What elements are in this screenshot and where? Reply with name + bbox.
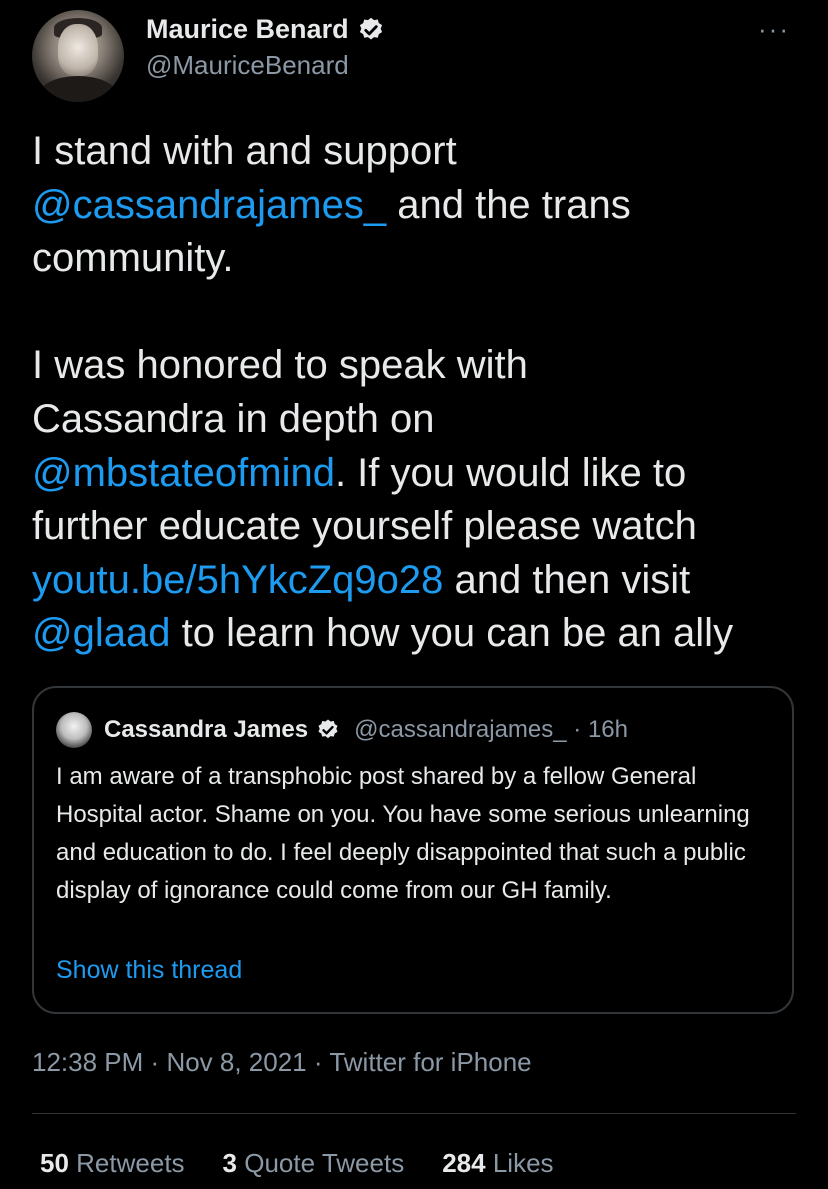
tweet-link[interactable]: @cassandrajames_ xyxy=(32,183,386,227)
verified-badge-icon xyxy=(359,17,382,39)
tweet-body: I stand with and support @cassandrajames… xyxy=(32,125,798,661)
more-options-icon[interactable]: ··· xyxy=(758,14,790,45)
tweet-date[interactable]: Nov 8, 2021 xyxy=(166,1047,306,1077)
tweet-text-segment: and then visit xyxy=(454,557,691,602)
quoted-tweet-header: Cassandra James @cassandrajames_ · 16h xyxy=(56,712,628,748)
tweet-link[interactable]: @mbstateofmind xyxy=(32,451,335,495)
tweet-link[interactable]: youtu.be/5hYkcZq9o28 xyxy=(32,558,443,602)
author-display-name[interactable]: Maurice Benard xyxy=(146,14,349,45)
divider xyxy=(32,1113,796,1114)
timestamp-separator: · xyxy=(313,1047,323,1077)
quote-tweets-stat[interactable]: 3 Quote Tweets xyxy=(223,1148,405,1179)
timestamp-separator: · xyxy=(150,1047,160,1077)
tweet-text-segment: to learn how you can be an ally xyxy=(170,611,734,656)
tweet-time[interactable]: 12:38 PM xyxy=(32,1047,143,1077)
tweet-header: Maurice Benard @MauriceBenard ··· xyxy=(32,10,798,102)
show-thread-link[interactable]: Show this thread xyxy=(56,956,242,985)
quoted-separator: · xyxy=(573,716,582,743)
verified-badge-icon xyxy=(318,719,338,739)
quoted-tweet-text: I am aware of a transphobic post shared … xyxy=(56,763,750,904)
engagement-stats: 50 Retweets 3 Quote Tweets 284 Likes xyxy=(40,1148,554,1179)
tweet-link[interactable]: @glaad xyxy=(32,611,170,655)
author-avatar[interactable] xyxy=(32,10,124,102)
retweets-stat[interactable]: 50 Retweets xyxy=(40,1148,185,1179)
quoted-tweet[interactable]: Cassandra James @cassandrajames_ · 16h I… xyxy=(32,686,794,1014)
quoted-author-name: Cassandra James xyxy=(104,716,309,743)
likes-stat[interactable]: 284 Likes xyxy=(442,1148,553,1179)
tweet-source: Twitter for iPhone xyxy=(329,1047,532,1077)
quoted-time: 16h xyxy=(587,716,628,743)
quoted-author-avatar xyxy=(56,712,92,748)
author-name-row: Maurice Benard xyxy=(146,14,385,45)
tweet-text-segment: I stand with and support xyxy=(32,129,457,173)
tweet-timestamp: 12:38 PM · Nov 8, 2021 · Twitter for iPh… xyxy=(32,1047,532,1078)
quoted-author-handle: @cassandrajames_ xyxy=(354,716,567,743)
author-handle[interactable]: @MauriceBenard xyxy=(146,50,349,81)
